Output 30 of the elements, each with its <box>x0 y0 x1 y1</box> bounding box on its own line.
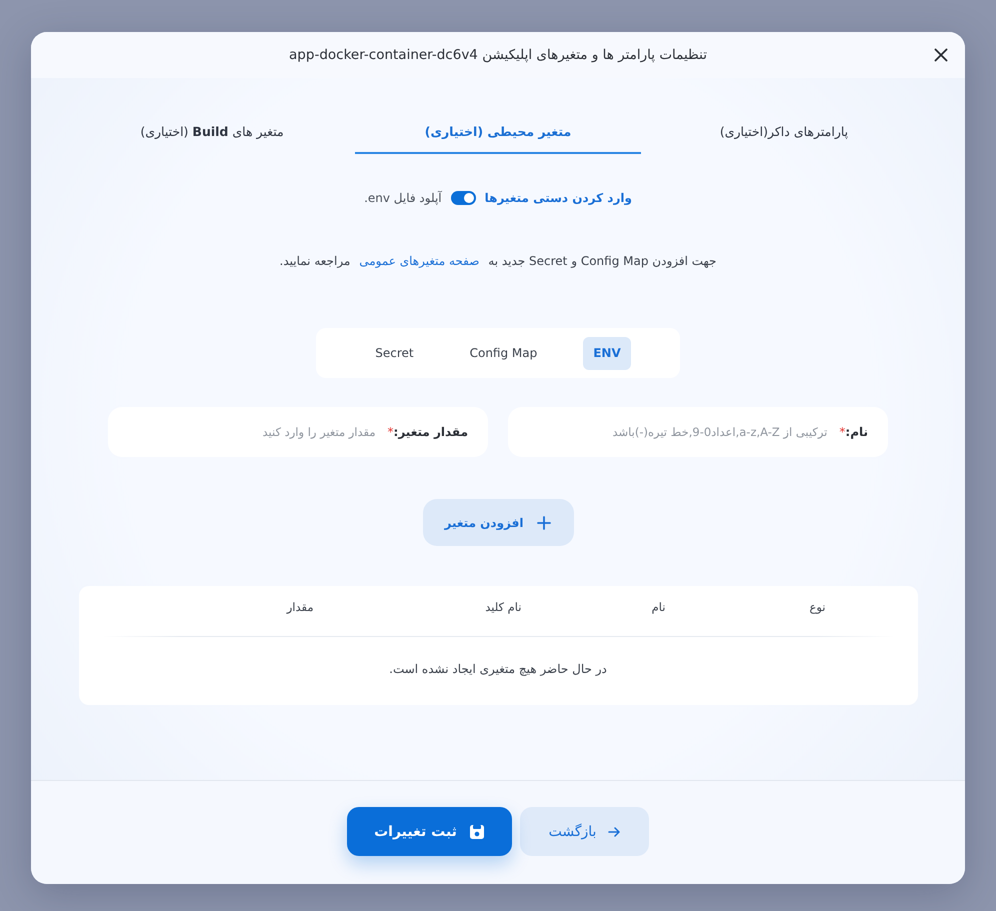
tab[interactable]: متغیر محیطی (اختیاری) <box>355 116 641 154</box>
text-field[interactable]: مقدار متغیر:* مقدار متغیر را وارد کنید <box>108 407 488 457</box>
column-header: نام <box>650 599 666 615</box>
column-header: مقدار <box>285 599 314 615</box>
save-icon <box>468 824 485 840</box>
switch-label: وارد کردن دستی متغیرها <box>484 191 632 205</box>
back-button[interactable]: بازگشت <box>520 807 649 856</box>
toggle-switch[interactable] <box>450 191 476 205</box>
dialog-title: تنظیمات پارامتر ها و متغیرهای اپلیکیشن app-docker-container-dc6v4 <box>288 47 708 63</box>
close-icon <box>934 48 948 62</box>
field-label: مقدار متغیر:* <box>388 425 468 439</box>
switch-label: آپلود فایل env. <box>364 191 442 205</box>
input-field[interactable]: مقدار متغیر را وارد کنید <box>120 417 376 447</box>
add-variable-button[interactable]: افزودن متغیر <box>422 499 574 546</box>
save-button[interactable]: ثبت تغییرات <box>347 807 512 856</box>
variable-type-tab[interactable]: Config Map <box>460 336 548 370</box>
column-header: نوع <box>808 599 826 615</box>
field-label: نام:* <box>839 425 868 439</box>
arrow-right-icon <box>608 826 620 836</box>
variable-type-tab[interactable]: Secret <box>365 336 424 370</box>
column-header: نام کلید <box>484 599 522 615</box>
tab[interactable]: پارامترهای داکر(اختیاری) <box>641 116 927 154</box>
variable-type-tab[interactable]: ENV <box>583 336 631 370</box>
close-button[interactable] <box>934 48 948 62</box>
notice-text: جهت افزودن Config Map و Secret جدید به صفحه متغیرهای عمومی مراجعه نمایید. <box>280 253 716 270</box>
plus-icon <box>537 516 552 530</box>
general-variables-link[interactable]: صفحه متغیرهای عمومی <box>359 254 480 268</box>
input-field[interactable]: ترکیبی از a-z,A-Z,اعداد0-9,خط تیره(-)باشد <box>520 417 828 447</box>
text-field[interactable]: نام:* ترکیبی از a-z,A-Z,اعداد0-9,خط تیره(-)باشد <box>508 407 888 457</box>
empty-state-text: در حال حاضر هیچ متغیری ایجاد نشده است. <box>388 661 608 678</box>
